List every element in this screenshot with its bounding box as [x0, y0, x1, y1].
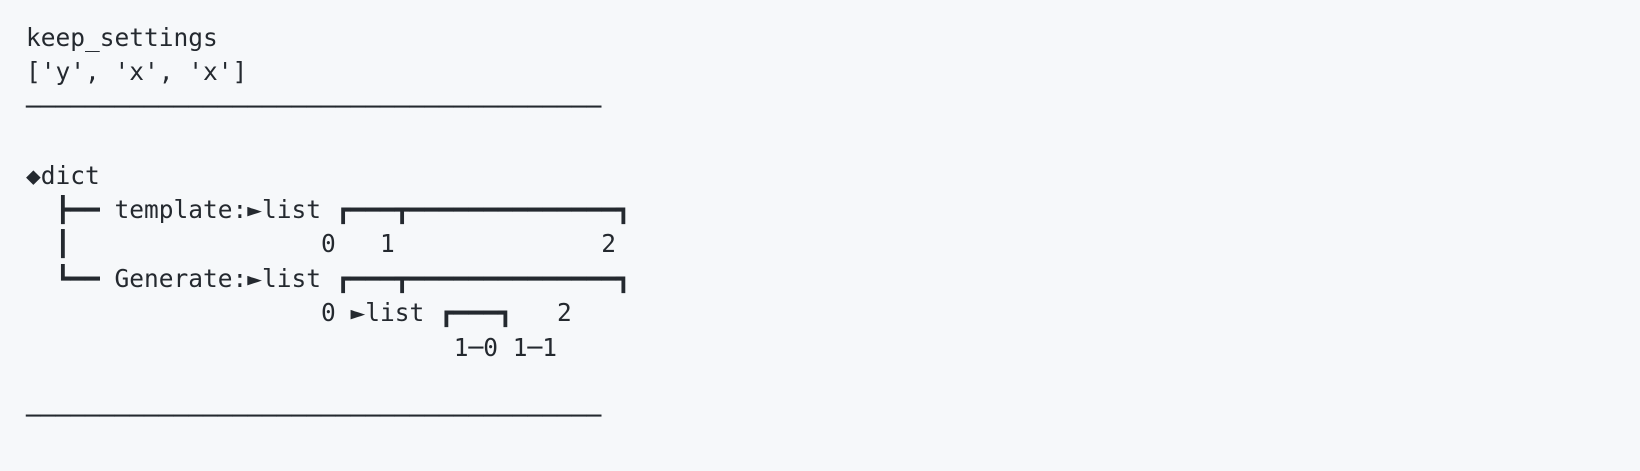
tree-line-template-indices: ┃ 0 1 2 [26, 229, 617, 259]
tree-line-nested-indices: 1─0 1─1 [26, 332, 558, 362]
separator-top: ─────────────────────────────────────── [26, 91, 602, 121]
output-value: ['y', 'x', 'x'] [26, 57, 248, 87]
tree-line-generate-indices: 0 ►list ┏━━━┓ 2 [26, 298, 572, 328]
tree-root: ◆dict [26, 160, 100, 190]
tree-line-template: ┣━━ template:►list ┏━━━┳━━━━━━━━━━━━━━┓ [26, 194, 631, 224]
code-output-block: keep_settings ['y', 'x', 'x'] ────────────… [26, 21, 631, 434]
separator-bottom: ─────────────────────────────────────── [26, 401, 602, 431]
tree-line-generate: ┗━━ Generate:►list ┏━━━┳━━━━━━━━━━━━━━┓ [26, 263, 631, 293]
output-title: keep_settings [26, 23, 218, 52]
